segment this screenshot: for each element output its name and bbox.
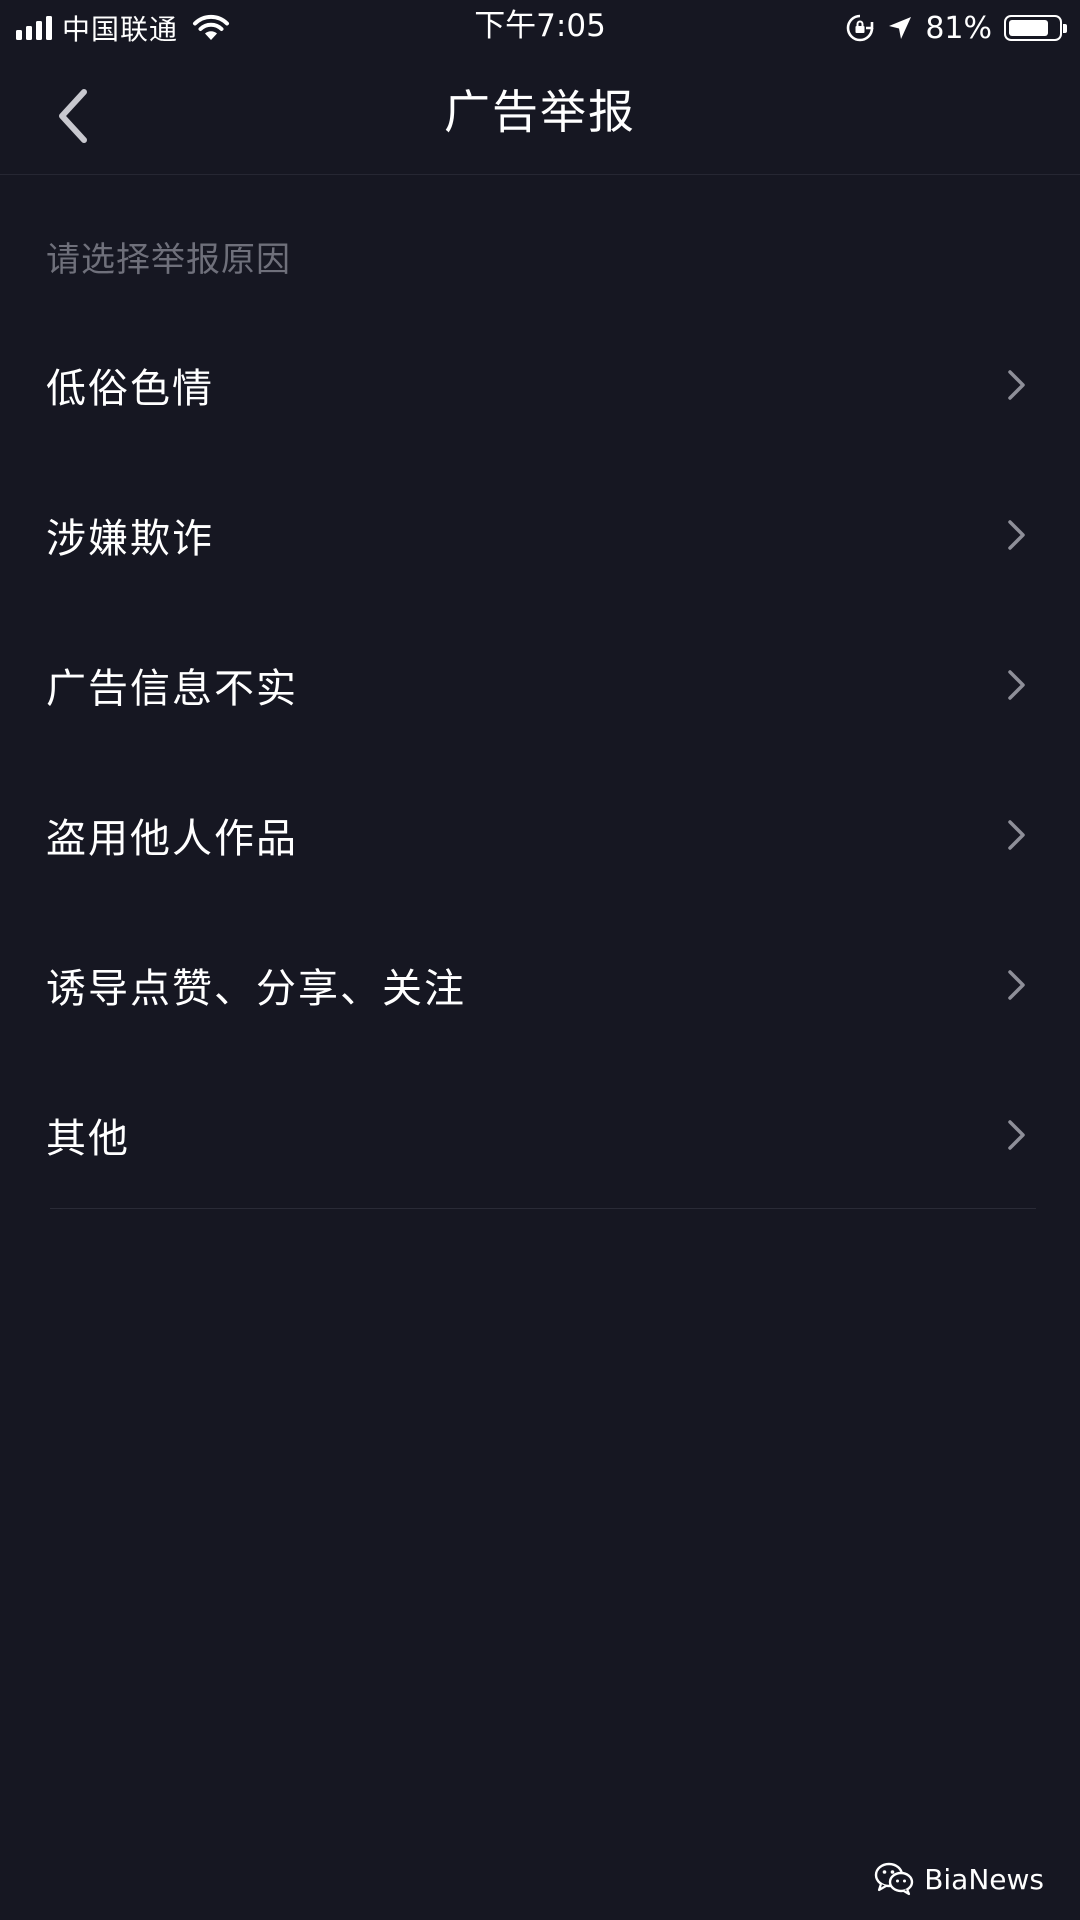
reason-label: 低俗色情 bbox=[46, 366, 214, 412]
battery-icon bbox=[1004, 15, 1067, 41]
wechat-icon bbox=[874, 1862, 914, 1896]
reason-item-false-info[interactable]: 广告信息不实 bbox=[0, 610, 1080, 760]
reason-item-vulgar[interactable]: 低俗色情 bbox=[0, 310, 1080, 460]
reason-label: 诱导点赞、分享、关注 bbox=[46, 966, 466, 1012]
nav-bar: 广告举报 bbox=[0, 56, 1080, 175]
chevron-right-icon bbox=[1008, 1120, 1025, 1150]
reason-list: 低俗色情 涉嫌欺诈 广告信息不实 盗用他人作品 诱导点赞、分享、关注 其他 bbox=[0, 310, 1080, 1210]
chevron-right-icon bbox=[1008, 820, 1025, 850]
chevron-right-icon bbox=[1008, 970, 1025, 1000]
watermark: BiaNews bbox=[874, 1862, 1044, 1896]
page-title: 广告举报 bbox=[444, 85, 636, 139]
rotation-lock-icon bbox=[847, 14, 874, 42]
chevron-right-icon bbox=[1008, 520, 1025, 550]
reason-item-fraud[interactable]: 涉嫌欺诈 bbox=[0, 460, 1080, 610]
battery-percent: 81% bbox=[925, 10, 992, 46]
battery-nub bbox=[1063, 24, 1067, 33]
reason-item-other[interactable]: 其他 bbox=[0, 1060, 1080, 1210]
reason-label: 广告信息不实 bbox=[46, 666, 298, 712]
list-divider bbox=[50, 1208, 1036, 1209]
reason-item-plagiarism[interactable]: 盗用他人作品 bbox=[0, 760, 1080, 910]
watermark-text: BiaNews bbox=[924, 1862, 1044, 1896]
location-icon bbox=[889, 17, 912, 39]
status-bar: 中国联通 下午7:05 81% bbox=[0, 0, 1080, 56]
battery-fill bbox=[1009, 20, 1048, 36]
reason-item-engagement-bait[interactable]: 诱导点赞、分享、关注 bbox=[0, 910, 1080, 1060]
report-screen: 中国联通 下午7:05 81% 广告举报 请选择举报原因 低俗色情 涉嫌欺诈 广… bbox=[0, 0, 1080, 1920]
section-hint: 请选择举报原因 bbox=[46, 240, 291, 280]
reason-label: 涉嫌欺诈 bbox=[46, 516, 214, 562]
chevron-right-icon bbox=[1008, 670, 1025, 700]
reason-label: 其他 bbox=[46, 1116, 130, 1162]
chevron-right-icon bbox=[1008, 370, 1025, 400]
reason-label: 盗用他人作品 bbox=[46, 816, 298, 862]
status-right: 81% bbox=[845, 8, 1067, 48]
